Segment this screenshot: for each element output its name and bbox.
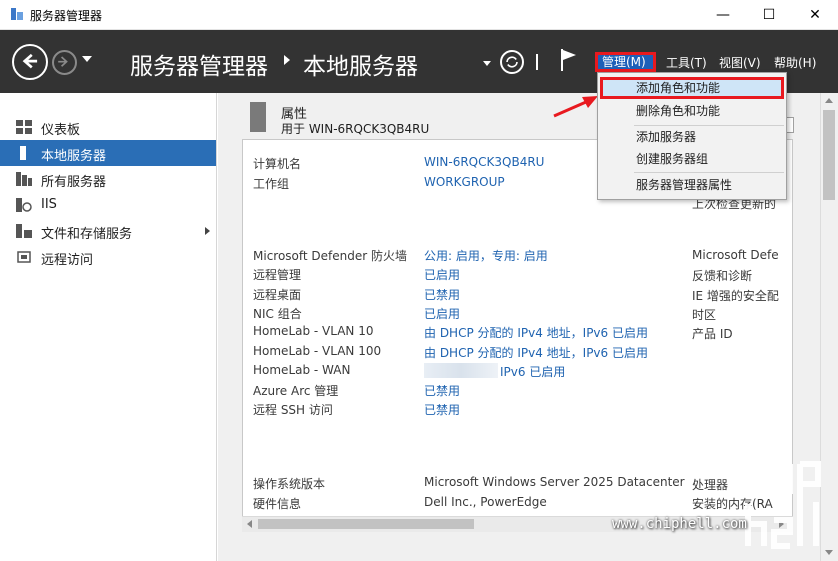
prop-key: HomeLab - WAN bbox=[253, 363, 351, 377]
annotation-arrow-icon bbox=[553, 96, 598, 118]
menu-item-create-server-group[interactable]: 创建服务器组 bbox=[598, 148, 786, 170]
sidebar-item-dashboard[interactable]: 仪表板 bbox=[0, 114, 216, 140]
remote-management-link[interactable]: 已启用 bbox=[424, 266, 460, 283]
prop-key: 计算机名 bbox=[253, 157, 302, 171]
menu-view[interactable]: 视图(V) bbox=[719, 54, 761, 71]
prop-key: Azure Arc 管理 bbox=[253, 384, 339, 398]
storage-icon bbox=[16, 224, 32, 238]
vertical-scroll-thumb[interactable] bbox=[823, 110, 835, 200]
remote-access-icon bbox=[17, 251, 31, 263]
prop-key-right: 处理器 bbox=[692, 478, 729, 492]
maximize-button[interactable]: ☐ bbox=[746, 0, 792, 30]
minimize-button[interactable]: — bbox=[700, 0, 746, 30]
window-title: 服务器管理器 bbox=[30, 9, 103, 23]
vlan10-link[interactable]: 由 DHCP 分配的 IPv4 地址，IPv6 已启用 bbox=[424, 324, 648, 341]
sidebar-item-label: 文件和存储服务 bbox=[41, 227, 133, 242]
breadcrumb-root[interactable]: 服务器管理器 bbox=[130, 47, 268, 81]
prop-key: 工作组 bbox=[253, 177, 290, 191]
breadcrumb-current: 本地服务器 bbox=[303, 54, 418, 80]
menu-help[interactable]: 帮助(H) bbox=[774, 54, 816, 71]
watermark-logo bbox=[741, 448, 821, 549]
prop-key: 远程管理 bbox=[253, 268, 302, 282]
iis-icon bbox=[16, 198, 32, 212]
breadcrumb-dropdown-icon[interactable] bbox=[483, 61, 491, 66]
menu-manage[interactable]: 管理(M) bbox=[595, 52, 656, 72]
prop-key: 操作系统版本 bbox=[253, 477, 326, 491]
server-manager-icon bbox=[11, 8, 23, 20]
breadcrumb-separator-icon bbox=[284, 55, 290, 65]
menu-separator bbox=[634, 172, 784, 173]
sidebar-item-label: 远程访问 bbox=[41, 253, 94, 268]
flag-icon[interactable] bbox=[559, 47, 579, 73]
dashboard-icon bbox=[16, 120, 32, 134]
sidebar-item-label: 所有服务器 bbox=[41, 175, 107, 190]
history-dropdown-icon[interactable] bbox=[82, 56, 92, 62]
sidebar: 仪表板 本地服务器 所有服务器 IIS 文件和存储服务 远程访问 bbox=[0, 93, 217, 561]
manage-dropdown-menu: 添加角色和功能 删除角色和功能 添加服务器 创建服务器组 服务器管理器属性 bbox=[597, 72, 787, 200]
menu-item-add-roles[interactable]: 添加角色和功能 bbox=[600, 77, 784, 99]
sidebar-item-all-servers[interactable]: 所有服务器 bbox=[0, 166, 216, 192]
prop-key-right: 时区 bbox=[692, 308, 717, 322]
prop-key: HomeLab - VLAN 100 bbox=[253, 344, 382, 358]
vlan100-link[interactable]: 由 DHCP 分配的 IPv4 地址，IPv6 已启用 bbox=[424, 344, 648, 361]
sidebar-item-local-server[interactable]: 本地服务器 bbox=[0, 140, 216, 166]
prop-key: 硬件信息 bbox=[253, 497, 302, 511]
watermark-url: www.chiphell.com bbox=[612, 516, 747, 532]
prop-key-right: 反馈和诊断 bbox=[692, 269, 753, 283]
nic-teaming-link[interactable]: 已启用 bbox=[424, 305, 460, 322]
header-divider bbox=[536, 54, 538, 70]
close-button[interactable]: ✕ bbox=[792, 0, 838, 30]
prop-key: 远程 SSH 访问 bbox=[253, 403, 333, 417]
wan-link[interactable]: IPv6 已启用 bbox=[500, 363, 565, 380]
computer-name-link[interactable]: WIN-6RQCK3QB4RU bbox=[424, 155, 544, 169]
back-icon[interactable] bbox=[12, 44, 48, 80]
title-bar: 服务器管理器 — ☐ ✕ bbox=[0, 0, 838, 30]
workgroup-link[interactable]: WORKGROUP bbox=[424, 175, 505, 189]
os-version-value: Microsoft Windows Server 2025 Datacenter bbox=[424, 475, 685, 489]
menu-tools[interactable]: 工具(T) bbox=[666, 54, 707, 71]
local-server-icon bbox=[20, 146, 26, 160]
refresh-icon[interactable] bbox=[500, 50, 524, 74]
sidebar-item-label: IIS bbox=[41, 197, 57, 212]
chevron-right-icon[interactable] bbox=[205, 227, 210, 235]
azure-arc-link[interactable]: 已禁用 bbox=[424, 382, 460, 399]
sidebar-item-iis[interactable]: IIS bbox=[0, 192, 216, 218]
prop-key-right: IE 增强的安全配 bbox=[692, 289, 779, 303]
sidebar-item-label: 本地服务器 bbox=[41, 149, 107, 164]
sidebar-item-remote-access[interactable]: 远程访问 bbox=[0, 244, 216, 270]
menu-item-add-servers[interactable]: 添加服务器 bbox=[598, 126, 786, 148]
prop-key: 远程桌面 bbox=[253, 288, 302, 302]
horizontal-scroll-thumb[interactable] bbox=[258, 519, 474, 529]
redacted-address bbox=[424, 363, 498, 378]
prop-key-right: 产品 ID bbox=[692, 327, 733, 341]
server-properties-icon bbox=[250, 102, 266, 132]
prop-key: Microsoft Defender 防火墙 bbox=[253, 249, 408, 263]
remote-ssh-link[interactable]: 已禁用 bbox=[424, 401, 460, 418]
prop-key: HomeLab - VLAN 10 bbox=[253, 324, 374, 338]
scroll-left-icon[interactable] bbox=[247, 520, 252, 528]
scroll-up-icon[interactable] bbox=[825, 98, 833, 103]
firewall-link[interactable]: 公用: 启用，专用: 启用 bbox=[424, 247, 548, 264]
sidebar-item-file-storage[interactable]: 文件和存储服务 bbox=[0, 218, 216, 244]
sidebar-item-label: 仪表板 bbox=[41, 123, 81, 138]
forward-icon[interactable] bbox=[52, 50, 77, 75]
remote-desktop-link[interactable]: 已禁用 bbox=[424, 286, 460, 303]
menu-item-properties[interactable]: 服务器管理器属性 bbox=[598, 174, 786, 196]
prop-key-right: Microsoft Defe bbox=[692, 248, 779, 262]
prop-key: NIC 组合 bbox=[253, 307, 302, 321]
menu-item-remove-roles[interactable]: 删除角色和功能 bbox=[598, 100, 786, 122]
all-servers-icon bbox=[16, 172, 32, 186]
hardware-value: Dell Inc., PowerEdge bbox=[424, 495, 547, 509]
properties-subtitle: 用于 WIN-6RQCK3QB4RU bbox=[281, 122, 430, 136]
